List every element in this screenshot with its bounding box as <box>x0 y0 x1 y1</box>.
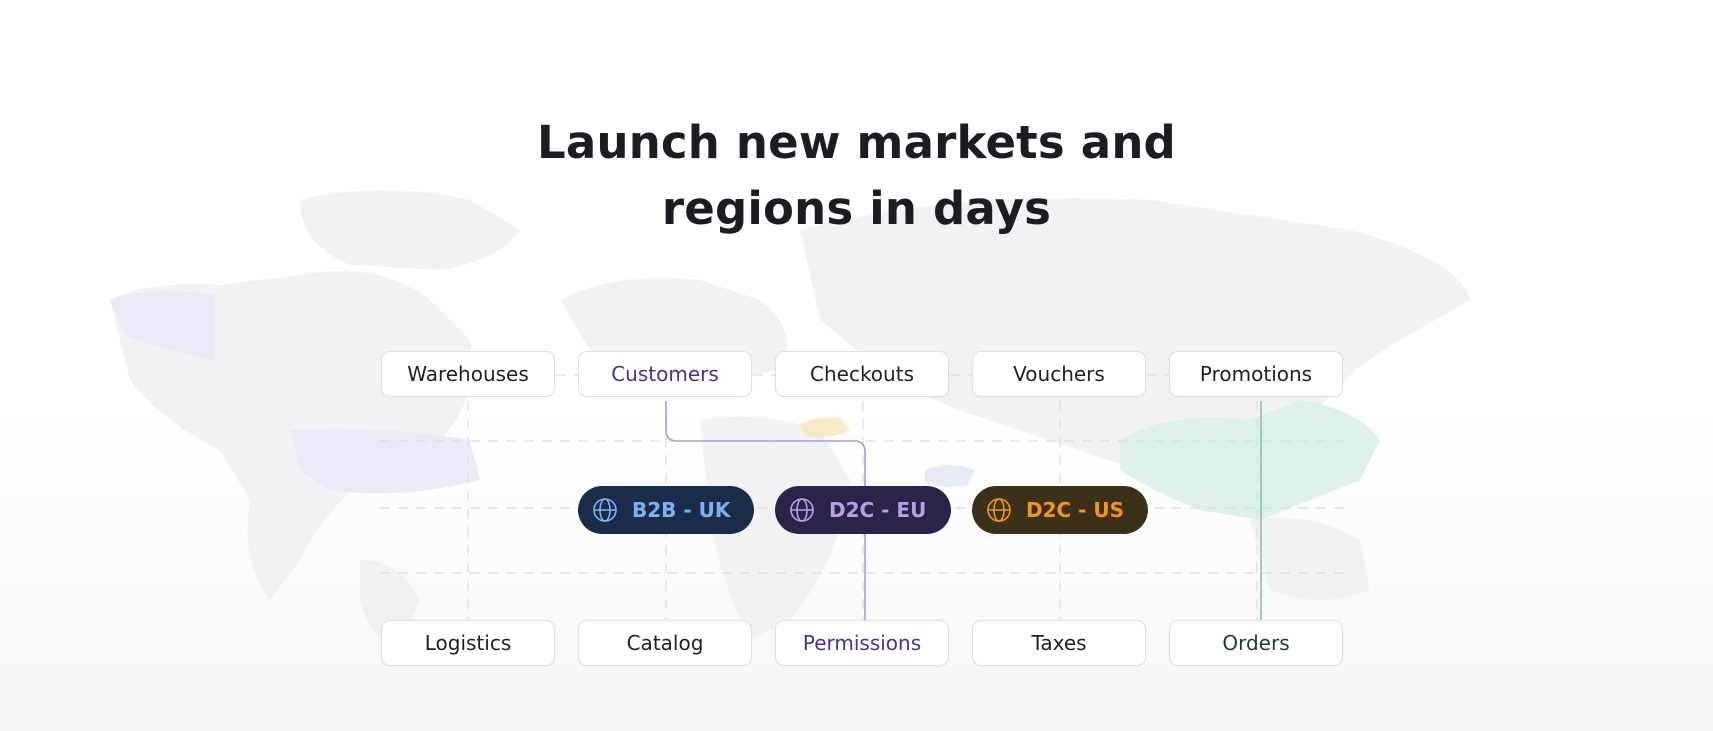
node-label: Permissions <box>802 631 922 655</box>
region-b2b-uk[interactable]: B2B - UK <box>578 486 754 534</box>
node-promotions[interactable]: Promotions <box>1169 351 1343 397</box>
node-permissions[interactable]: Permissions <box>775 620 949 666</box>
node-checkouts[interactable]: Checkouts <box>775 351 949 397</box>
node-label: Promotions <box>1199 362 1313 386</box>
node-label: Vouchers <box>1013 362 1105 386</box>
node-taxes[interactable]: Taxes <box>972 620 1146 666</box>
node-label: Logistics <box>424 631 512 655</box>
region-label: D2C - US <box>1026 498 1125 522</box>
globe-icon <box>593 498 617 522</box>
node-label: Customers <box>611 362 719 386</box>
node-vouchers[interactable]: Vouchers <box>972 351 1146 397</box>
region-label: B2B - UK <box>632 498 731 522</box>
node-logistics[interactable]: Logistics <box>381 620 555 666</box>
region-d2c-eu[interactable]: D2C - EU <box>775 486 951 534</box>
globe-icon <box>987 498 1011 522</box>
node-warehouses[interactable]: Warehouses <box>381 351 555 397</box>
node-label: Catalog <box>626 631 704 655</box>
node-label: Warehouses <box>407 362 529 386</box>
node-label: Checkouts <box>810 362 914 386</box>
node-catalog[interactable]: Catalog <box>578 620 752 666</box>
globe-icon <box>790 498 814 522</box>
region-label: D2C - EU <box>829 498 927 522</box>
node-customers[interactable]: Customers <box>578 351 752 397</box>
node-label: Orders <box>1222 631 1290 655</box>
region-d2c-us[interactable]: D2C - US <box>972 486 1148 534</box>
node-orders[interactable]: Orders <box>1169 620 1343 666</box>
node-label: Taxes <box>1031 631 1087 655</box>
